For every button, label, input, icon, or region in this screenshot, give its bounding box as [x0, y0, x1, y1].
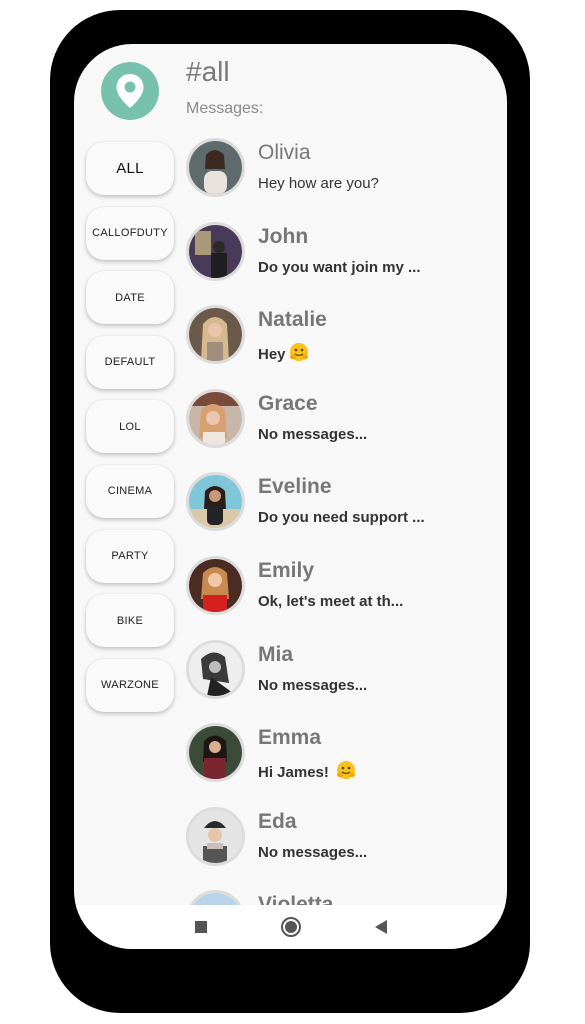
message-item[interactable]: Emily Ok, let's meet at th... — [186, 555, 486, 640]
channel-bike[interactable]: BIKE — [86, 594, 174, 648]
contact-name: Mia — [258, 642, 294, 666]
messages-label: Messages: — [186, 100, 264, 117]
message-list: Olivia Hey how are you? John Do you want… — [186, 138, 486, 949]
avatar — [186, 388, 245, 448]
message-item[interactable]: Mia No messages... — [186, 639, 486, 724]
message-preview: Hey how are you? — [258, 175, 379, 192]
channel-cinema[interactable]: CINEMA — [86, 464, 174, 518]
avatar — [186, 138, 245, 197]
message-item[interactable]: John Do you want join my ... — [186, 221, 486, 306]
message-preview: No messages... — [258, 843, 368, 861]
contact-name: Emily — [258, 558, 315, 582]
system-nav-bar — [74, 905, 507, 949]
avatar — [186, 472, 245, 532]
channel-all[interactable]: ALL — [86, 142, 174, 195]
message-item[interactable]: Eveline Do you need support ... — [186, 472, 486, 556]
contact-name: Eda — [258, 809, 297, 833]
channel-date[interactable]: DATE — [86, 271, 174, 325]
message-preview: Do you need support ... — [258, 509, 425, 527]
home-button[interactable] — [280, 916, 302, 938]
avatar — [186, 723, 245, 783]
message-item[interactable]: Natalie Hey — [186, 305, 486, 389]
contact-name: Grace — [258, 391, 318, 415]
message-preview: Ok, let's meet at th... — [258, 592, 404, 610]
contact-name: Natalie — [258, 308, 327, 332]
avatar — [186, 221, 245, 281]
channel-title: #all — [186, 56, 230, 87]
message-preview: Hi James! — [258, 760, 356, 784]
contact-name: Olivia — [258, 141, 311, 164]
recents-button[interactable] — [190, 916, 212, 938]
triangle-back-icon — [374, 920, 387, 934]
channel-default[interactable]: DEFAULT — [86, 335, 174, 389]
hugging-face-emoji — [336, 760, 356, 784]
square-recents-icon — [194, 921, 207, 933]
message-item[interactable]: Grace No messages... — [186, 388, 486, 473]
avatar — [186, 806, 245, 866]
channel-callofduty[interactable]: CALLOFDUTY — [86, 206, 174, 260]
channel-list: ALL CALLOFDUTY DATE DEFAULT LOL CINEMA P… — [86, 142, 174, 723]
channel-lol[interactable]: LOL — [86, 400, 174, 454]
avatar — [186, 639, 245, 699]
message-preview: No messages... — [258, 676, 368, 694]
channel-party[interactable]: PARTY — [86, 529, 174, 583]
message-preview: No messages... — [258, 425, 368, 443]
message-item[interactable]: Olivia Hey how are you? — [186, 138, 486, 222]
app-screen: #all Messages: ALL CALLOFDUTY DATE DEFAU… — [74, 44, 507, 949]
channel-warzone[interactable]: WARZONE — [86, 658, 174, 712]
message-item[interactable]: Emma Hi James! — [186, 723, 486, 807]
hugging-face-emoji — [289, 342, 309, 366]
avatar — [186, 555, 245, 615]
message-preview: Hey — [258, 342, 309, 366]
location-pin-icon — [116, 74, 144, 108]
circle-home-icon — [280, 917, 301, 937]
back-button[interactable] — [370, 916, 392, 938]
contact-name: Eveline — [258, 475, 332, 499]
message-item[interactable]: Eda No messages... — [186, 806, 486, 891]
message-preview: Do you want join my ... — [258, 258, 421, 276]
app-logo[interactable] — [101, 62, 159, 120]
avatar — [186, 305, 245, 365]
contact-name: John — [258, 224, 309, 248]
contact-name: Emma — [258, 726, 322, 750]
